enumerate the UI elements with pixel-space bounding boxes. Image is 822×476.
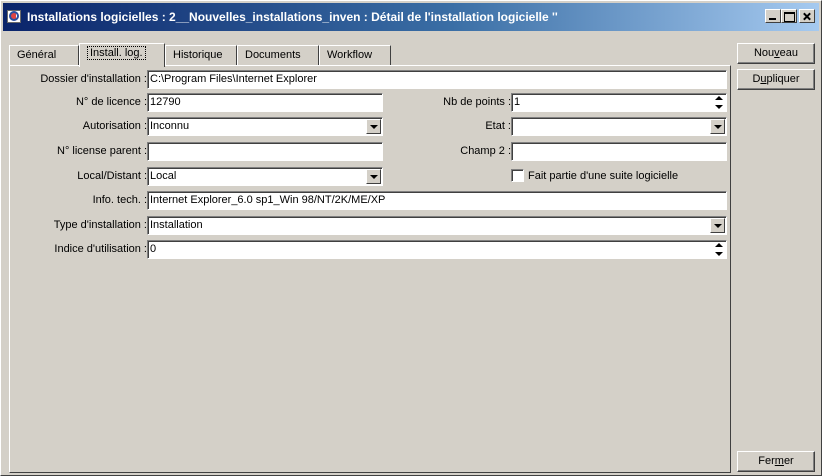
fermer-button[interactable]: Fermer — [737, 451, 815, 472]
nouveau-label-b: eau — [779, 47, 799, 59]
indice-label: Indice d'utilisation : — [54, 243, 147, 255]
fermer-label-a: Fer — [758, 455, 775, 467]
etat-select[interactable] — [511, 117, 727, 136]
indice-spinner[interactable] — [713, 242, 725, 257]
nb-points-spinner[interactable] — [713, 95, 725, 110]
indice-value: 0 — [150, 243, 157, 255]
autorisation-select[interactable]: Inconnu — [147, 117, 383, 136]
local-distant-value: Local — [150, 170, 177, 182]
tab-general[interactable]: Général — [9, 45, 79, 66]
local-distant-select[interactable]: Local — [147, 167, 383, 186]
dossier-field[interactable]: C:\Program Files\Internet Explorer — [147, 70, 727, 89]
champ2-label: Champ 2 : — [460, 145, 511, 157]
window-title: Installations logicielles : 2__Nouvelles… — [27, 10, 558, 24]
licence-label: N° de licence : — [75, 96, 147, 108]
etat-dropdown-arrow-icon[interactable] — [710, 119, 725, 134]
info-tech-label: Info. tech. : — [92, 194, 147, 206]
fermer-mnemonic: m — [774, 455, 784, 467]
autorisation-dropdown-arrow-icon[interactable] — [366, 119, 381, 134]
autorisation-label: Autorisation : — [82, 120, 147, 132]
licence-field[interactable]: 12790 — [147, 93, 383, 112]
nb-points-value: 1 — [514, 96, 521, 108]
fermer-label-b: er — [783, 455, 794, 467]
tab-historique[interactable]: Historique — [165, 45, 237, 66]
type-installation-value: Installation — [150, 219, 203, 231]
dossier-label: Dossier d'installation : — [40, 73, 147, 85]
title-bar[interactable]: Installations logicielles : 2__Nouvelles… — [3, 3, 819, 31]
license-parent-field[interactable] — [147, 142, 383, 161]
tab-install-log-label: Install. log. — [87, 46, 146, 60]
tab-install-log[interactable]: Install. log. — [79, 43, 165, 67]
dupliquer-label-b: pliquer — [766, 73, 800, 85]
app-icon[interactable] — [7, 10, 21, 23]
local-distant-label: Local/Distant : — [77, 170, 147, 182]
etat-label: Etat : — [485, 120, 511, 132]
close-button[interactable] — [799, 9, 815, 23]
tab-workflow[interactable]: Workflow — [319, 45, 391, 66]
info-tech-field[interactable]: Internet Explorer_6.0 sp1_Win 98/NT/2K/M… — [147, 191, 727, 210]
minimize-button[interactable] — [765, 9, 781, 23]
nouveau-label-a: Nou — [753, 47, 775, 59]
nouveau-button[interactable]: Nouveau — [737, 43, 815, 64]
local-distant-dropdown-arrow-icon[interactable] — [366, 169, 381, 184]
dupliquer-button[interactable]: Dupliquer — [737, 69, 815, 90]
type-installation-label: Type d'installation : — [53, 219, 147, 231]
nb-points-field[interactable]: 1 — [511, 93, 727, 112]
indice-field[interactable]: 0 — [147, 240, 727, 259]
autorisation-value: Inconnu — [150, 120, 190, 132]
window: Installations logicielles : 2__Nouvelles… — [0, 0, 822, 476]
type-installation-dropdown-arrow-icon[interactable] — [710, 218, 725, 233]
tab-documents[interactable]: Documents — [237, 45, 319, 66]
suite-logicielle-checkbox[interactable] — [511, 169, 524, 182]
suite-logicielle-label[interactable]: Fait partie d'une suite logicielle — [528, 167, 678, 185]
maximize-button[interactable] — [781, 9, 797, 23]
champ2-field[interactable] — [511, 142, 727, 161]
nb-points-label: Nb de points : — [443, 96, 511, 108]
type-installation-select[interactable]: Installation — [147, 216, 727, 235]
license-parent-label: N° license parent : — [57, 145, 147, 157]
